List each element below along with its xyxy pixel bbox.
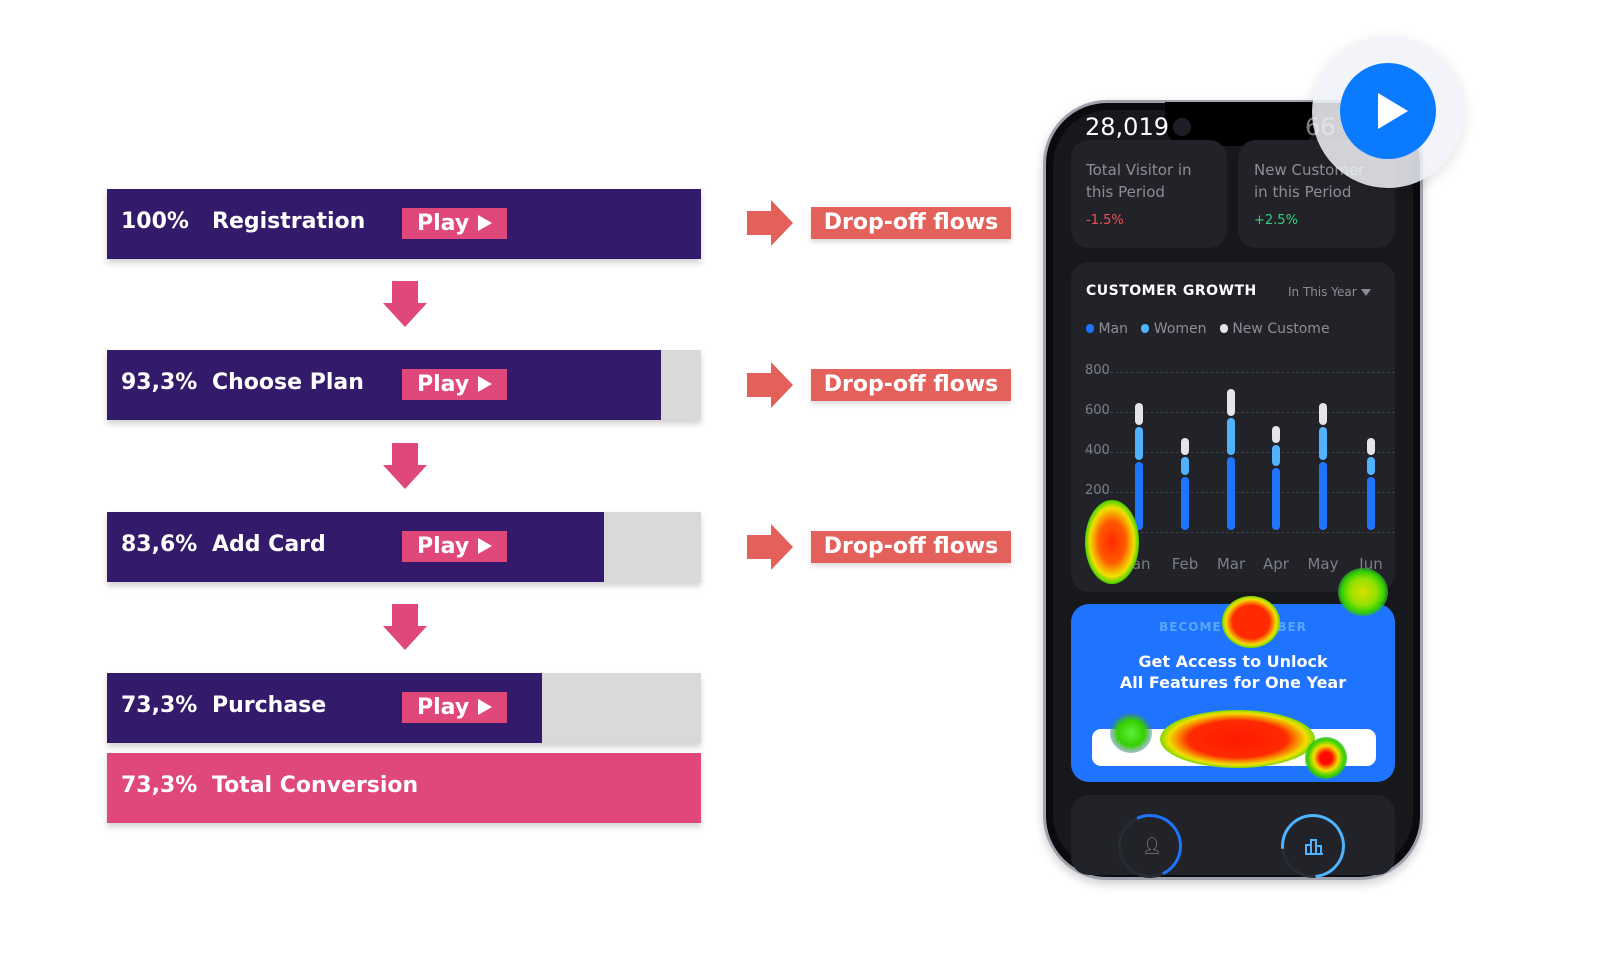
play-label: Play [417, 534, 470, 559]
play-button[interactable]: Play [402, 692, 507, 723]
legend-women: Women [1153, 321, 1207, 337]
right-arrow-icon [747, 200, 793, 246]
right-arrow-icon [747, 362, 793, 408]
play-label: Play [417, 695, 470, 720]
bar-new-custome-jan [1135, 403, 1143, 425]
bar-new-custome-mar [1227, 389, 1235, 416]
step-percent: 73,3% [121, 693, 198, 718]
total-conversion-bar: 73,3% Total Conversion [107, 753, 701, 823]
legend-dot [1219, 324, 1228, 333]
bar-women-apr [1272, 445, 1280, 466]
grid-line [1085, 412, 1395, 413]
bar-man-jun [1367, 477, 1375, 530]
grid-line [1085, 372, 1395, 373]
play-button[interactable]: Play [402, 369, 507, 400]
dropoff-flows-button[interactable]: Drop-off flows [811, 531, 1011, 563]
bar-new-custome-apr [1272, 426, 1280, 443]
play-button[interactable]: Play [402, 208, 507, 239]
bar-man-feb [1181, 477, 1189, 530]
promo-headline-1: Get Access to Unlock [1138, 652, 1328, 671]
promo-eyebrow: BECOME A MEMBER [1159, 620, 1307, 634]
funnel-step-purchase: 73,3% Purchase Play [107, 673, 701, 743]
step-label: Add Card [212, 532, 326, 557]
stat-customers-change: +2.5% [1254, 213, 1298, 228]
funnel-step-choose-plan: 93,3% Choose Plan Play [107, 350, 701, 420]
period-dropdown[interactable]: In This Year [1288, 285, 1371, 299]
bar-women-jun [1367, 457, 1375, 475]
x-tick-label: Feb [1171, 555, 1199, 573]
y-tick-label: 400 [1085, 443, 1110, 458]
funnel-step-add-card: 83,6% Add Card Play [107, 512, 701, 582]
play-icon [1378, 93, 1408, 129]
camera-icon [1173, 118, 1191, 136]
x-tick-label: May [1307, 555, 1339, 573]
total-label: Total Conversion [212, 773, 419, 798]
bar-chart-icon[interactable] [1304, 837, 1324, 855]
step-label: Purchase [212, 693, 327, 718]
go-unlimited-button[interactable]: GO UNLIMITED $99 [1092, 729, 1376, 766]
user-icon[interactable]: 👤︎ [1142, 836, 1162, 855]
bar-man-apr [1272, 468, 1280, 530]
bar-man-may [1319, 462, 1327, 530]
grid-line [1085, 452, 1395, 453]
step-percent: 83,6% [121, 532, 198, 557]
play-button[interactable]: Play [402, 531, 507, 562]
bar-women-feb [1181, 457, 1189, 475]
legend-new: New Custome [1232, 321, 1330, 337]
period-value: In This Year [1288, 285, 1357, 299]
play-button[interactable] [1340, 63, 1436, 159]
stat-visitors-change: -1.5% [1086, 213, 1124, 228]
play-icon [478, 699, 492, 715]
play-icon [478, 376, 492, 392]
down-arrow-icon [383, 281, 427, 327]
promo-headline-2: All Features for One Year [1119, 673, 1347, 692]
down-arrow-icon [383, 604, 427, 650]
step-label: Choose Plan [212, 370, 364, 395]
play-icon [478, 215, 492, 231]
bar-women-jan [1135, 427, 1143, 460]
step-percent: 100% [121, 209, 189, 234]
play-icon [478, 538, 492, 554]
play-label: Play [417, 211, 470, 236]
chart-title: CUSTOMER GROWTH [1086, 283, 1257, 299]
legend-dot [1086, 324, 1094, 333]
bar-new-custome-may [1319, 403, 1327, 425]
down-arrow-icon [383, 443, 427, 489]
step-label: Registration [212, 209, 366, 234]
dropoff-flows-button[interactable]: Drop-off flows [811, 207, 1011, 239]
bar-women-mar [1227, 418, 1235, 455]
stat-visitors-label: Total Visitor in this Period [1086, 161, 1192, 201]
grid-line [1085, 532, 1395, 533]
bar-women-may [1319, 427, 1327, 460]
bar-man-mar [1227, 457, 1235, 530]
x-tick-label: Jun [1359, 555, 1383, 573]
x-tick-label: Apr [1263, 555, 1289, 573]
x-tick-label: Jan [1127, 555, 1151, 573]
grid-line [1085, 492, 1395, 493]
bar-new-custome-feb [1181, 438, 1189, 455]
y-tick-label: 200 [1085, 483, 1110, 498]
y-tick-label: 800 [1085, 363, 1110, 378]
right-arrow-icon [747, 524, 793, 570]
caret-down-icon [1360, 289, 1371, 296]
legend-man: Man [1098, 321, 1128, 337]
y-tick-label: 600 [1085, 403, 1110, 418]
funnel-step-registration: 100% Registration Play [107, 189, 701, 259]
chart-legend: Man Women New Custome [1086, 321, 1330, 337]
legend-dot [1141, 324, 1150, 333]
step-percent: 93,3% [121, 370, 198, 395]
dropoff-flows-button[interactable]: Drop-off flows [811, 369, 1011, 401]
stat-visitors-value: 28,019 [1085, 113, 1169, 141]
bar-new-custome-jun [1367, 438, 1375, 455]
play-label: Play [417, 372, 470, 397]
bar-man-jan [1135, 462, 1143, 530]
total-percent: 73,3% [121, 773, 198, 798]
x-tick-label: Mar [1216, 555, 1246, 573]
